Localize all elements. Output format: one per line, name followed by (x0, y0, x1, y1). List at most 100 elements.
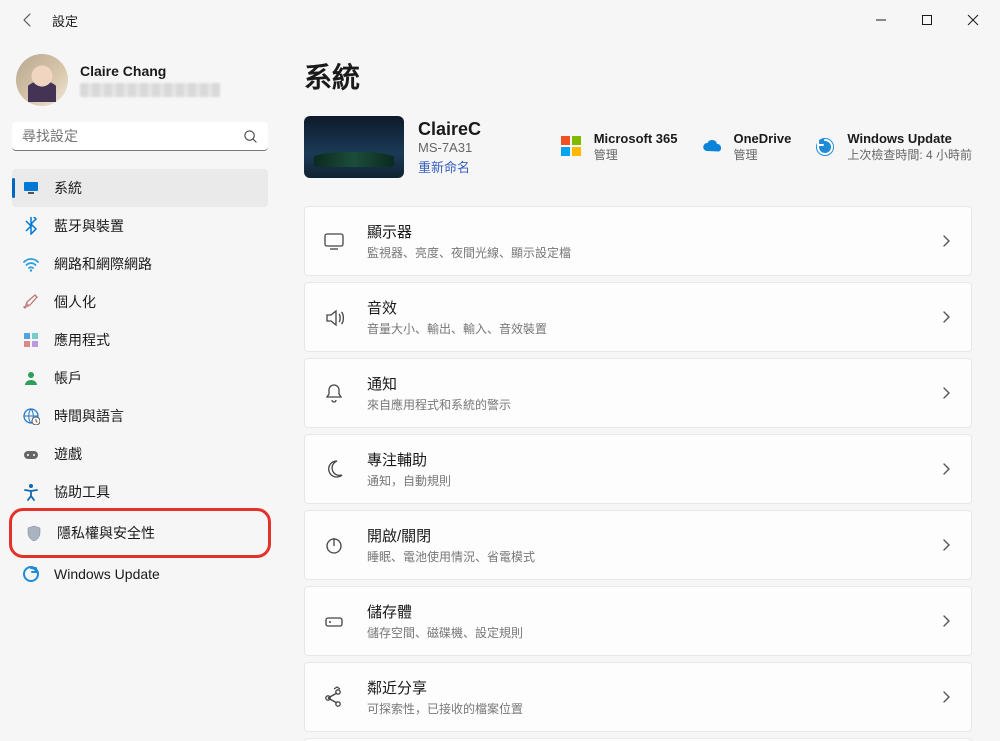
chevron-right-icon (939, 690, 953, 704)
chevron-right-icon (939, 462, 953, 476)
status-title: Microsoft 365 (594, 131, 678, 146)
bell-icon (321, 380, 347, 406)
page-title: 系統 (304, 56, 972, 96)
setting-item-sound[interactable]: 音效音量大小、輸出、輸入、音效裝置 (304, 282, 972, 352)
search-input[interactable] (22, 128, 243, 144)
close-button[interactable] (950, 4, 996, 36)
status-sub: 管理 (734, 146, 792, 163)
device-model: MS-7A31 (418, 140, 481, 155)
device-row: ClaireC MS-7A31 重新命名 Microsoft 365管理OneD… (304, 116, 972, 178)
share-icon (321, 684, 347, 710)
setting-item-share[interactable]: 鄰近分享可探索性，已接收的檔案位置 (304, 662, 972, 732)
status-title: Windows Update (847, 131, 972, 146)
brush-icon (22, 293, 40, 311)
status-card-winupdate[interactable]: Windows Update上次檢查時間: 4 小時前 (813, 131, 972, 163)
sidebar-item-label: Windows Update (54, 566, 160, 582)
shield-icon (25, 524, 43, 542)
sidebar-item-label: 帳戶 (54, 368, 82, 388)
back-button[interactable] (12, 4, 44, 36)
sidebar-item-game[interactable]: 遊戲 (12, 435, 268, 473)
power-icon (321, 532, 347, 558)
setting-title: 音效 (367, 297, 939, 318)
sidebar-item-label: 時間與語言 (54, 406, 124, 426)
setting-desc: 睡眠、電池使用情況、省電模式 (367, 548, 939, 565)
avatar (16, 54, 68, 106)
sidebar-item-globe-clock[interactable]: 時間與語言 (12, 397, 268, 435)
setting-desc: 儲存空間、磁碟機、設定規則 (367, 624, 939, 641)
apps-icon (22, 331, 40, 349)
setting-desc: 來自應用程式和系統的警示 (367, 396, 939, 413)
sidebar-item-account[interactable]: 帳戶 (12, 359, 268, 397)
sidebar-item-accessibility[interactable]: 協助工具 (12, 473, 268, 511)
sidebar-item-update[interactable]: Windows Update (12, 555, 268, 593)
setting-title: 儲存體 (367, 601, 939, 622)
sidebar-item-monitor[interactable]: 系統 (12, 169, 268, 207)
winupdate-icon (813, 135, 837, 159)
game-icon (22, 445, 40, 463)
globe-clock-icon (22, 407, 40, 425)
chevron-right-icon (939, 386, 953, 400)
status-card-ms365[interactable]: Microsoft 365管理 (560, 131, 678, 163)
device-thumbnail[interactable] (304, 116, 404, 178)
sidebar-item-shield[interactable]: 隱私權與安全性 (15, 514, 265, 552)
setting-item-bell[interactable]: 通知來自應用程式和系統的警示 (304, 358, 972, 428)
sidebar-item-bluetooth[interactable]: 藍牙與裝置 (12, 207, 268, 245)
setting-title: 專注輔助 (367, 449, 939, 470)
status-title: OneDrive (734, 131, 792, 146)
setting-title: 鄰近分享 (367, 677, 939, 698)
setting-title: 顯示器 (367, 221, 939, 242)
highlight-annotation: 隱私權與安全性 (9, 508, 271, 558)
sidebar-item-brush[interactable]: 個人化 (12, 283, 268, 321)
setting-desc: 音量大小、輸出、輸入、音效裝置 (367, 320, 939, 337)
sidebar-item-label: 藍牙與裝置 (54, 216, 124, 236)
sidebar-item-wifi[interactable]: 網路和網際網路 (12, 245, 268, 283)
sidebar: Claire Chang 系統藍牙與裝置網路和網際網路個人化應用程式帳戶時間與語… (0, 40, 280, 741)
status-sub: 管理 (594, 146, 678, 163)
minimize-button[interactable] (858, 4, 904, 36)
ms365-icon (560, 135, 584, 159)
nav-list: 系統藍牙與裝置網路和網際網路個人化應用程式帳戶時間與語言遊戲協助工具隱私權與安全… (12, 169, 268, 593)
settings-list: 顯示器監視器、亮度、夜間光線、顯示設定檔音效音量大小、輸出、輸入、音效裝置通知來… (304, 206, 972, 741)
user-card[interactable]: Claire Chang (12, 50, 268, 122)
maximize-button[interactable] (904, 4, 950, 36)
sidebar-item-label: 協助工具 (54, 482, 110, 502)
user-email (80, 83, 220, 97)
titlebar: 設定 (0, 0, 1000, 40)
search-box[interactable] (12, 122, 268, 151)
user-name: Claire Chang (80, 63, 220, 79)
sidebar-item-label: 個人化 (54, 292, 96, 312)
window-title: 設定 (52, 11, 78, 30)
content: 系統 ClaireC MS-7A31 重新命名 Microsoft 365管理O… (280, 40, 1000, 741)
monitor-icon (22, 179, 40, 197)
storage-icon (321, 608, 347, 634)
sidebar-item-label: 網路和網際網路 (54, 254, 152, 274)
onedrive-icon (700, 135, 724, 159)
sidebar-item-label: 遊戲 (54, 444, 82, 464)
accessibility-icon (22, 483, 40, 501)
moon-icon (321, 456, 347, 482)
chevron-right-icon (939, 614, 953, 628)
chevron-right-icon (939, 234, 953, 248)
update-icon (22, 565, 40, 583)
setting-desc: 可探索性，已接收的檔案位置 (367, 700, 939, 717)
chevron-right-icon (939, 310, 953, 324)
wifi-icon (22, 255, 40, 273)
setting-item-moon[interactable]: 專注輔助通知，自動規則 (304, 434, 972, 504)
status-sub: 上次檢查時間: 4 小時前 (847, 146, 972, 163)
setting-desc: 監視器、亮度、夜間光線、顯示設定檔 (367, 244, 939, 261)
sidebar-item-label: 應用程式 (54, 330, 110, 350)
setting-title: 通知 (367, 373, 939, 394)
setting-item-storage[interactable]: 儲存體儲存空間、磁碟機、設定規則 (304, 586, 972, 656)
setting-item-display[interactable]: 顯示器監視器、亮度、夜間光線、顯示設定檔 (304, 206, 972, 276)
sidebar-item-apps[interactable]: 應用程式 (12, 321, 268, 359)
setting-item-power[interactable]: 開啟/關閉睡眠、電池使用情況、省電模式 (304, 510, 972, 580)
sidebar-item-label: 隱私權與安全性 (57, 523, 155, 543)
search-icon (243, 129, 258, 144)
status-card-onedrive[interactable]: OneDrive管理 (700, 131, 792, 163)
sound-icon (321, 304, 347, 330)
sidebar-item-label: 系統 (54, 178, 82, 198)
rename-link[interactable]: 重新命名 (418, 157, 470, 176)
bluetooth-icon (22, 217, 40, 235)
device-name: ClaireC (418, 119, 481, 140)
chevron-right-icon (939, 538, 953, 552)
